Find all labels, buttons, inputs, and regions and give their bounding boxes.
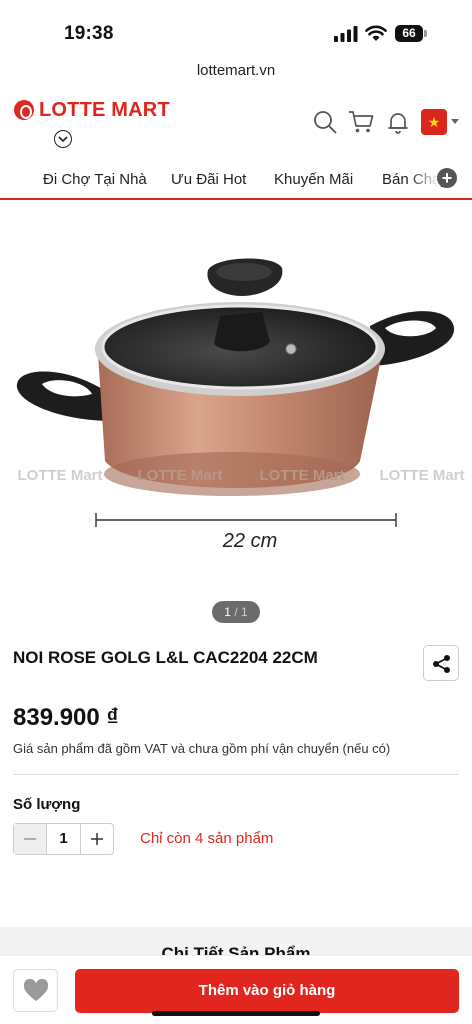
- pager-total: 1: [241, 605, 248, 619]
- nav-more-icon[interactable]: +: [437, 168, 457, 188]
- minus-icon: [24, 838, 36, 840]
- product-title: NOI ROSE GOLG L&L CAC2204 22CM: [13, 648, 318, 667]
- lotte-logo-icon: [14, 100, 34, 120]
- share-button[interactable]: [423, 645, 459, 681]
- divider: [13, 774, 459, 775]
- vietnam-flag-icon[interactable]: ★: [421, 109, 447, 135]
- cellular-signal-icon: [334, 26, 358, 42]
- nav-item-uu-dai-hot[interactable]: Ưu Đãi Hot: [171, 171, 246, 188]
- watermark: LOTTE Mart: [138, 467, 223, 484]
- site-header: LOTTE MART ★: [0, 92, 472, 152]
- home-indicator: [152, 1011, 320, 1016]
- quantity-increase-button[interactable]: [80, 824, 113, 854]
- product-price: 839.900 ₫: [13, 704, 119, 731]
- language-caret-icon[interactable]: [451, 119, 459, 124]
- quantity-label: Số lượng: [13, 796, 81, 813]
- cart-icon[interactable]: [348, 110, 374, 134]
- chevron-down-icon[interactable]: [54, 130, 72, 148]
- dimension-label: 22 cm: [222, 530, 277, 552]
- stock-note: Chỉ còn 4 sản phẩm: [140, 830, 274, 847]
- nav-item-di-cho-tai-nha[interactable]: Đi Chợ Tại Nhà: [43, 171, 147, 188]
- watermark: LOTTE Mart: [18, 467, 103, 484]
- pager-current: 1: [224, 605, 231, 619]
- logo-text: LOTTE MART: [39, 98, 170, 121]
- wishlist-button[interactable]: [13, 969, 58, 1012]
- status-bar: 19:38 66: [0, 0, 472, 62]
- watermark: LOTTE Mart: [260, 467, 345, 484]
- url-bar[interactable]: lottemart.vn: [0, 62, 472, 88]
- image-pager: 1 / 1: [212, 601, 260, 623]
- battery-level: 66: [395, 25, 423, 42]
- heart-icon: [23, 979, 49, 1001]
- category-nav: Đi Chợ Tại Nhà Ưu Đãi Hot Khuyến Mãi Bán…: [0, 160, 472, 200]
- pager-separator: /: [230, 605, 241, 619]
- share-icon: [433, 655, 450, 673]
- quantity-stepper: 1: [13, 823, 114, 855]
- lotte-mart-logo[interactable]: LOTTE MART: [14, 98, 170, 122]
- nav-item-khuyen-mai[interactable]: Khuyến Mãi: [274, 171, 353, 188]
- quantity-decrease-button[interactable]: [14, 824, 47, 854]
- price-note: Giá sản phẩm đã gồm VAT và chưa gồm phí …: [13, 741, 391, 756]
- status-time: 19:38: [64, 23, 114, 44]
- watermark: LOTTE Mart: [380, 467, 465, 484]
- quantity-value[interactable]: 1: [47, 824, 80, 854]
- wifi-icon: [365, 25, 387, 41]
- plus-icon: [91, 833, 103, 845]
- bell-icon[interactable]: [386, 110, 410, 134]
- battery-icon: 66: [395, 25, 427, 42]
- product-image[interactable]: LOTTE Mart LOTTE Mart LOTTE Mart LOTTE M…: [0, 216, 472, 586]
- search-icon[interactable]: [313, 110, 337, 134]
- add-to-cart-button[interactable]: Thêm vào giỏ hàng: [75, 969, 459, 1013]
